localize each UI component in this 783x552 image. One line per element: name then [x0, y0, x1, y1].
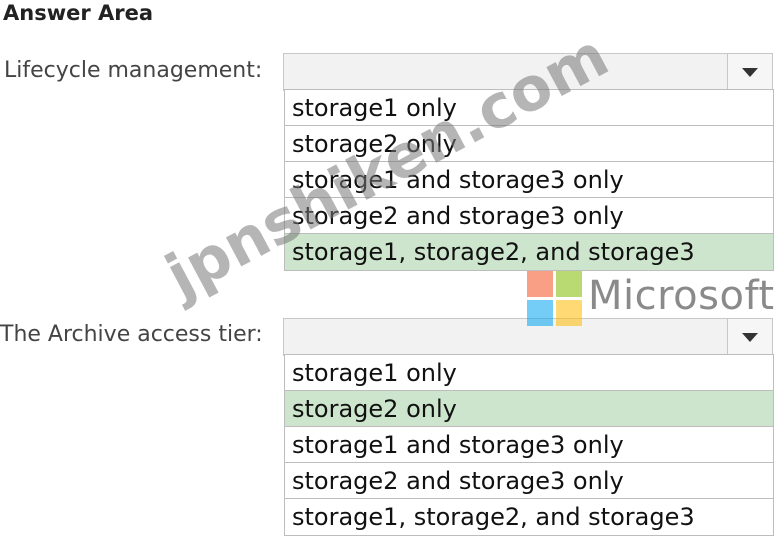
option-all-storage[interactable]: storage1, storage2, and storage3	[285, 499, 773, 535]
blue-square	[527, 300, 553, 326]
option-storage1-only[interactable]: storage1 only	[285, 355, 773, 391]
lifecycle-management-label: Lifecycle management:	[4, 58, 263, 83]
option-storage1-and-storage3[interactable]: storage1 and storage3 only	[285, 162, 773, 198]
microsoft-wordmark: Microsoft	[588, 273, 775, 319]
chevron-down-icon	[742, 68, 758, 77]
option-storage2-and-storage3[interactable]: storage2 and storage3 only	[285, 463, 773, 499]
dropdown-toggle[interactable]	[727, 54, 772, 90]
yellow-square	[556, 300, 582, 326]
archive-access-tier-options: storage1 only storage2 only storage1 and…	[284, 354, 774, 536]
chevron-down-icon	[742, 333, 758, 342]
red-square	[527, 271, 553, 297]
microsoft-squares-icon	[527, 271, 583, 327]
option-storage2-only-selected[interactable]: storage2 only	[285, 391, 773, 427]
option-storage1-and-storage3[interactable]: storage1 and storage3 only	[285, 427, 773, 463]
option-all-storage-selected[interactable]: storage1, storage2, and storage3	[285, 234, 773, 270]
option-storage2-and-storage3[interactable]: storage2 and storage3 only	[285, 198, 773, 234]
lifecycle-management-select[interactable]	[283, 53, 773, 91]
green-square	[556, 271, 582, 297]
answer-area-heading: Answer Area	[3, 1, 154, 25]
option-storage2-only[interactable]: storage2 only	[285, 126, 773, 162]
lifecycle-management-options: storage1 only storage2 only storage1 and…	[284, 89, 774, 271]
archive-access-tier-label: The Archive access tier:	[0, 322, 263, 347]
microsoft-logo: Microsoft	[527, 271, 783, 329]
option-storage1-only[interactable]: storage1 only	[285, 90, 773, 126]
